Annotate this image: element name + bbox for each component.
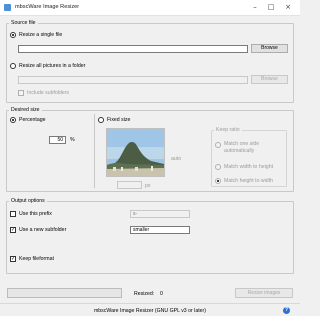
photo-building <box>151 166 153 171</box>
folder-radio[interactable] <box>10 63 16 69</box>
desired-size-group-title: Desired size <box>9 107 42 113</box>
match-width-radio[interactable] <box>215 164 221 170</box>
prefix-checkbox[interactable] <box>10 211 16 217</box>
browse-folder-button[interactable]: Browse <box>251 75 288 84</box>
size-divider <box>94 114 95 188</box>
percentage-radio[interactable] <box>10 117 16 123</box>
include-subfolders-label: Include subfolders <box>27 90 70 96</box>
fixed-size-radio[interactable] <box>98 117 104 123</box>
close-button[interactable]: × <box>283 2 293 13</box>
single-file-path-input[interactable] <box>18 45 248 53</box>
source-file-group-title: Source file <box>9 20 38 26</box>
subfolder-input[interactable]: smaller <box>130 226 190 234</box>
resized-count: 0 <box>160 291 163 297</box>
resize-images-button[interactable]: Resize images <box>235 288 293 298</box>
minimize-button[interactable]: – <box>250 2 260 13</box>
resized-label: Resized: <box>134 291 155 297</box>
status-text: mbscWare Image Resizer (GNU GPL v3 or la… <box>93 308 207 314</box>
browse-file-button[interactable]: Browse <box>251 44 288 53</box>
percentage-input[interactable]: 50 <box>49 136 66 144</box>
match-one-side-radio[interactable] <box>215 142 221 148</box>
match-width-label: Match width to height <box>224 164 274 170</box>
output-options-group-title: Output options <box>9 198 47 204</box>
preview-image <box>106 128 165 177</box>
include-subfolders-checkbox[interactable] <box>18 90 24 96</box>
single-file-label: Resize a single file <box>19 32 63 38</box>
app-icon <box>4 4 11 11</box>
width-input[interactable] <box>117 181 142 189</box>
progress-bar <box>7 288 122 298</box>
maximize-button[interactable]: □ <box>266 2 276 13</box>
subfolder-label: Use a new subfolder <box>19 227 67 233</box>
percent-unit: % <box>70 137 75 143</box>
keep-format-checkbox[interactable]: ✓ <box>10 256 16 262</box>
prefix-label: Use this prefix <box>19 211 52 217</box>
match-one-side-label: Match one side automatically <box>224 141 260 154</box>
subfolder-checkbox[interactable]: ✓ <box>10 227 16 233</box>
photo-building <box>113 167 116 171</box>
keep-format-label: Keep fileformat <box>19 256 54 262</box>
window-title: mbscWare Image Resizer <box>15 4 80 10</box>
folder-label: Resize all pictures in a folder <box>19 63 86 69</box>
percentage-label: Percentage <box>19 117 46 123</box>
keep-ratio-title: Keep ratio <box>214 127 242 133</box>
height-unit-label: auto <box>171 156 182 162</box>
photo-building <box>135 167 138 171</box>
match-height-label: Match height to width <box>224 178 274 184</box>
prefix-input[interactable]: s- <box>130 210 190 218</box>
folder-path-input[interactable] <box>18 76 248 84</box>
help-icon[interactable]: ? <box>283 307 290 314</box>
single-file-radio[interactable] <box>10 32 16 38</box>
photo-building <box>121 167 123 171</box>
status-bar: mbscWare Image Resizer (GNU GPL v3 or la… <box>0 303 300 316</box>
preview-photo-svg <box>107 129 164 176</box>
match-height-radio[interactable] <box>215 178 221 184</box>
width-unit-label: px <box>145 183 151 189</box>
title-bar: mbscWare Image Resizer – □ × <box>0 0 300 16</box>
fixed-size-label: Fixed size <box>107 117 131 123</box>
